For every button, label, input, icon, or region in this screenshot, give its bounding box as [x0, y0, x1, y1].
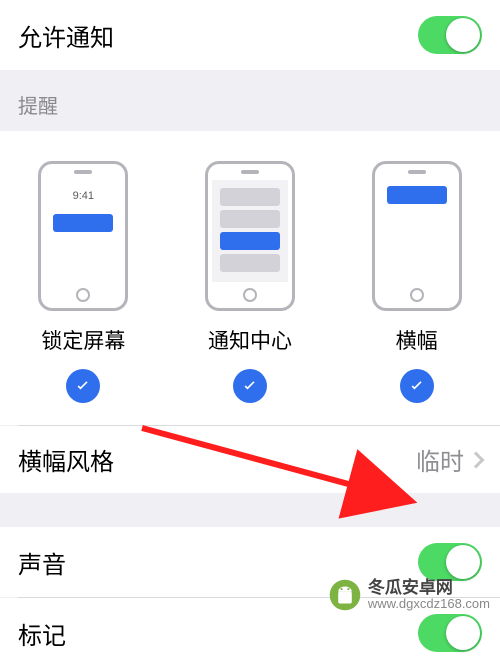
- preview-lock-screen-label: 锁定屏幕: [41, 325, 125, 355]
- banners-icon: [372, 161, 462, 311]
- preview-lock-screen-check[interactable]: [66, 369, 100, 403]
- chevron-right-icon: [468, 451, 485, 468]
- preview-notification-center-check[interactable]: [233, 369, 267, 403]
- badges-label: 标记: [18, 616, 66, 651]
- allow-notifications-toggle[interactable]: [418, 16, 482, 54]
- sounds-row: 声音: [0, 527, 500, 597]
- preview-banners-check[interactable]: [400, 369, 434, 403]
- allow-notifications-row: 允许通知: [0, 0, 500, 70]
- banner-style-row[interactable]: 横幅风格 临时: [0, 426, 500, 493]
- alerts-section-header: 提醒: [0, 70, 500, 131]
- preview-lock-screen[interactable]: 9:41 锁定屏幕: [38, 161, 128, 403]
- checkmark-icon: [407, 376, 427, 396]
- badges-row: 标记: [0, 598, 500, 668]
- notification-center-icon: [205, 161, 295, 311]
- banner-style-value-wrap: 临时: [416, 442, 482, 477]
- sounds-label: 声音: [18, 545, 66, 580]
- allow-notifications-label: 允许通知: [18, 18, 114, 53]
- checkmark-icon: [240, 376, 260, 396]
- banner-style-value: 临时: [416, 442, 464, 477]
- preview-notification-center-label: 通知中心: [208, 325, 292, 355]
- preview-banners[interactable]: 横幅: [372, 161, 462, 403]
- preview-banners-label: 横幅: [396, 325, 438, 355]
- lock-screen-icon: 9:41: [38, 161, 128, 311]
- sounds-toggle[interactable]: [418, 543, 482, 581]
- checkmark-icon: [73, 376, 93, 396]
- banner-style-label: 横幅风格: [18, 442, 114, 477]
- lock-screen-time: 9:41: [45, 190, 121, 202]
- alert-style-previews: 9:41 锁定屏幕 通知中心 横幅: [0, 131, 500, 425]
- preview-notification-center[interactable]: 通知中心: [205, 161, 295, 403]
